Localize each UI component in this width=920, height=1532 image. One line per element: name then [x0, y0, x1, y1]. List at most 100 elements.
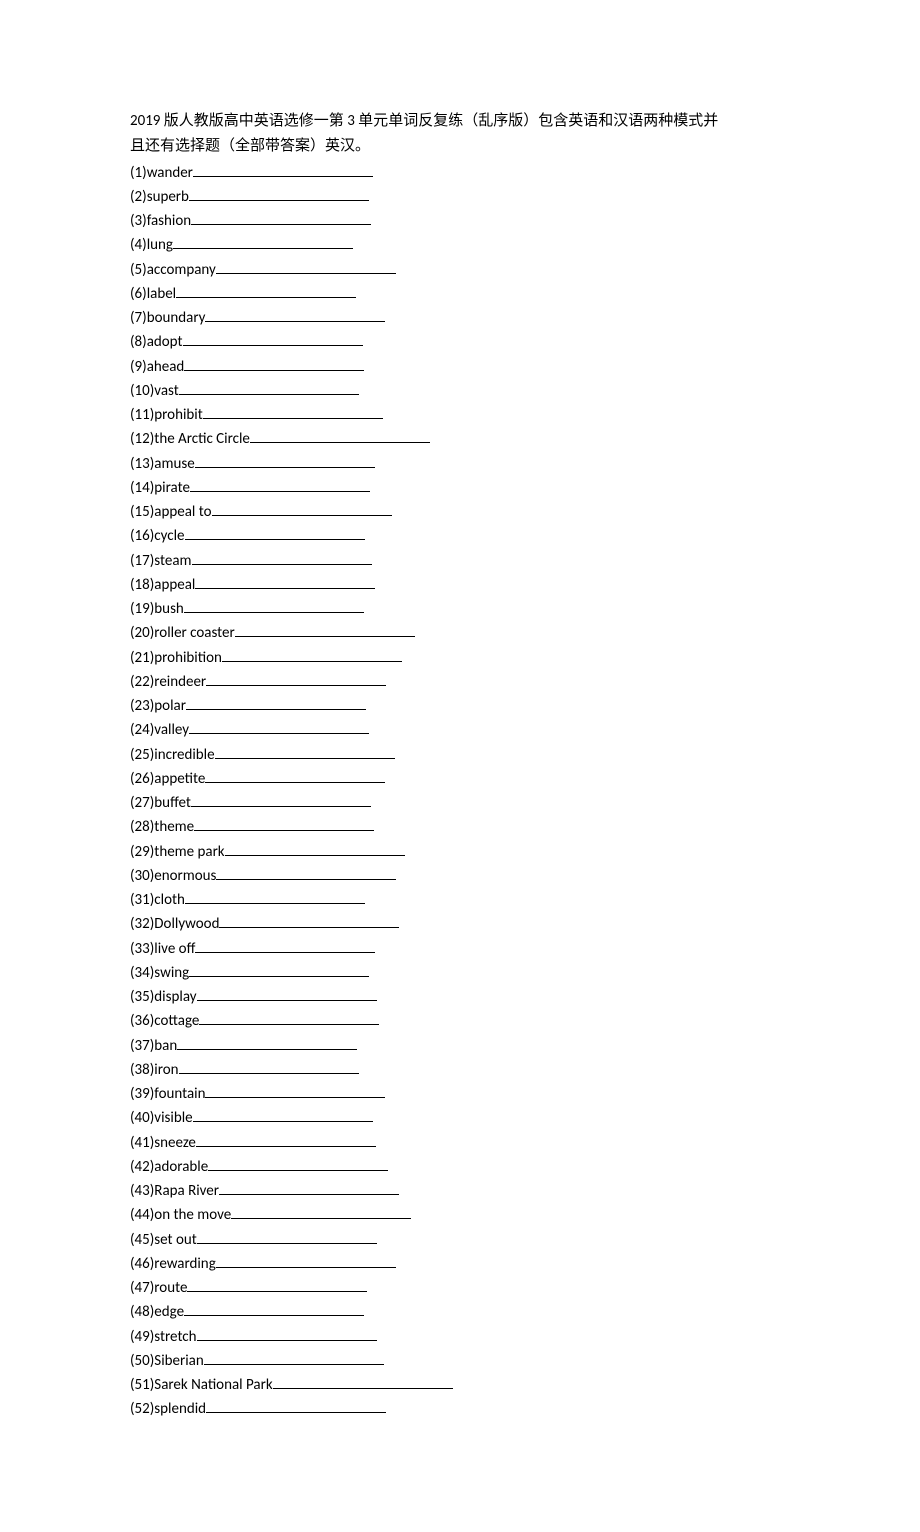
answer-blank — [215, 743, 395, 759]
list-item: (19)bush — [130, 597, 790, 621]
list-item: (34)swing — [130, 961, 790, 985]
answer-blank — [176, 282, 356, 298]
answer-blank — [197, 985, 377, 1001]
item-label: (18)appeal — [130, 576, 195, 594]
item-label: (27)buffet — [130, 794, 191, 812]
list-item: (31)cloth — [130, 888, 790, 912]
list-item: (30)enormous — [130, 864, 790, 888]
list-item: (42)adorable — [130, 1155, 790, 1179]
title-line-2: 且还有选择题（全部带答案）英汉。 — [130, 135, 790, 158]
item-label: (32)Dollywood — [130, 915, 219, 933]
answer-blank — [195, 452, 375, 468]
item-label: (51)Sarek National Park — [130, 1376, 273, 1394]
answer-blank — [222, 646, 402, 662]
answer-blank — [196, 1131, 376, 1147]
item-label: (4)lung — [130, 236, 173, 254]
item-label: (42)adorable — [130, 1158, 208, 1176]
answer-blank — [190, 476, 370, 492]
item-label: (33)live off — [130, 940, 195, 958]
answer-blank — [212, 500, 392, 516]
item-label: (39)fountain — [130, 1085, 205, 1103]
list-item: (14)pirate — [130, 476, 790, 500]
item-label: (2)superb — [130, 188, 189, 206]
list-item: (9)ahead — [130, 355, 790, 379]
answer-blank — [208, 1155, 388, 1171]
answer-blank — [199, 1009, 379, 1025]
answer-blank — [204, 1349, 384, 1365]
list-item: (6)label — [130, 282, 790, 306]
answer-blank — [219, 912, 399, 928]
item-label: (11)prohibit — [130, 406, 203, 424]
list-item: (33)live off — [130, 937, 790, 961]
item-label: (22)reindeer — [130, 673, 206, 691]
answer-blank — [184, 597, 364, 613]
answer-blank — [216, 258, 396, 274]
answer-blank — [197, 1228, 377, 1244]
list-item: (15)appeal to — [130, 500, 790, 524]
item-label: (12)the Arctic Circle — [130, 430, 250, 448]
item-label: (7)boundary — [130, 309, 205, 327]
list-item: (32)Dollywood — [130, 912, 790, 936]
list-item: (18)appeal — [130, 573, 790, 597]
list-item: (39)fountain — [130, 1082, 790, 1106]
answer-blank — [231, 1203, 411, 1219]
item-label: (20)roller coaster — [130, 624, 235, 642]
item-label: (49)stretch — [130, 1328, 197, 1346]
answer-blank — [186, 694, 366, 710]
item-label: (36)cottage — [130, 1012, 199, 1030]
answer-blank — [191, 209, 371, 225]
item-label: (10)vast — [130, 382, 179, 400]
list-item: (20)roller coaster — [130, 621, 790, 645]
answer-blank — [179, 379, 359, 395]
list-item: (16)cycle — [130, 524, 790, 548]
answer-blank — [177, 1034, 357, 1050]
item-label: (9)ahead — [130, 358, 184, 376]
item-label: (34)swing — [130, 964, 189, 982]
answer-blank — [191, 791, 371, 807]
answer-blank — [185, 524, 365, 540]
item-label: (35)display — [130, 988, 197, 1006]
answer-blank — [273, 1373, 453, 1389]
answer-blank — [179, 1058, 359, 1074]
item-label: (19)bush — [130, 600, 184, 618]
item-label: (29)theme park — [130, 843, 225, 861]
list-item: (21)prohibition — [130, 646, 790, 670]
list-item: (45)set out — [130, 1228, 790, 1252]
item-label: (8)adopt — [130, 333, 183, 351]
item-label: (43)Rapa River — [130, 1182, 219, 1200]
answer-blank — [192, 549, 372, 565]
list-item: (37)ban — [130, 1034, 790, 1058]
list-item: (4)lung — [130, 233, 790, 257]
answer-blank — [187, 1276, 367, 1292]
item-label: (46)rewarding — [130, 1255, 216, 1273]
list-item: (10)vast — [130, 379, 790, 403]
list-item: (26)appetite — [130, 767, 790, 791]
answer-blank — [219, 1179, 399, 1195]
answer-blank — [216, 1252, 396, 1268]
item-label: (3)fashion — [130, 212, 191, 230]
item-label: (17)steam — [130, 552, 192, 570]
answer-blank — [189, 185, 369, 201]
answer-blank — [250, 427, 430, 443]
list-item: (51)Sarek National Park — [130, 1373, 790, 1397]
answer-blank — [185, 888, 365, 904]
answer-blank — [183, 330, 363, 346]
answer-blank — [235, 621, 415, 637]
item-label: (45)set out — [130, 1231, 197, 1249]
list-item: (50)Siberian — [130, 1349, 790, 1373]
list-item: (48)edge — [130, 1300, 790, 1324]
list-item: (17)steam — [130, 549, 790, 573]
item-label: (24)valley — [130, 721, 189, 739]
answer-blank — [195, 937, 375, 953]
list-item: (44)on the move — [130, 1203, 790, 1227]
list-item: (41)sneeze — [130, 1131, 790, 1155]
answer-blank — [206, 670, 386, 686]
list-item: (22)reindeer — [130, 670, 790, 694]
title-line-1: 2019 版人教版高中英语选修一第 3 单元单词反复练（乱序版）包含英语和汉语两… — [130, 110, 790, 133]
item-label: (23)polar — [130, 697, 186, 715]
item-label: (26)appetite — [130, 770, 205, 788]
list-item: (40)visible — [130, 1106, 790, 1130]
answer-blank — [189, 961, 369, 977]
answer-blank — [173, 233, 353, 249]
list-item: (24)valley — [130, 718, 790, 742]
